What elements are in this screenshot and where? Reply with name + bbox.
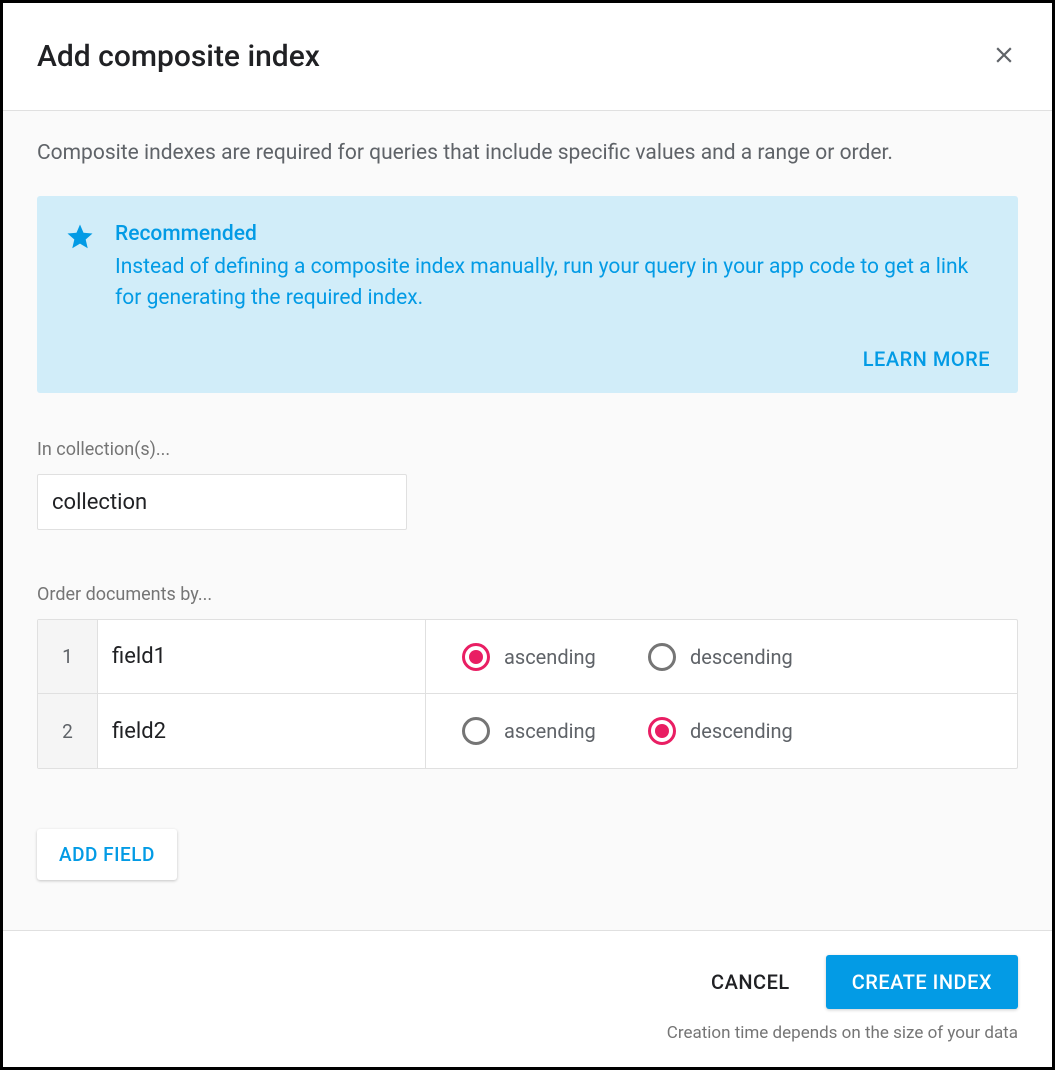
collection-input[interactable] [37,474,407,530]
row-field-cell [98,694,426,768]
ascending-label: ascending [504,719,596,743]
descending-radio[interactable]: descending [648,643,793,671]
learn-more-link[interactable]: LEARN MORE [863,347,990,371]
recommendation-card: Recommended Instead of defining a compos… [37,196,1018,393]
dialog-header: Add composite index [3,3,1052,111]
recommendation-text: Instead of defining a composite index ma… [115,252,990,313]
create-index-button[interactable]: CREATE INDEX [826,955,1018,1009]
radio-icon [648,643,676,671]
order-label: Order documents by... [37,584,1018,605]
add-field-button[interactable]: ADD FIELD [37,829,177,880]
dialog-footer: CANCEL CREATE INDEX Creation time depend… [3,930,1052,1067]
footer-note: Creation time depends on the size of you… [37,1023,1018,1043]
add-composite-index-dialog: Add composite index Composite indexes ar… [0,0,1055,1070]
recommendation-actions: LEARN MORE [65,347,990,371]
field-name-input[interactable] [98,694,425,768]
close-button[interactable] [990,43,1018,71]
row-sort-options: ascending descending [426,620,1017,693]
recommendation-content: Recommended Instead of defining a compos… [65,222,990,313]
close-icon [991,42,1017,72]
radio-icon [462,717,490,745]
order-section: Order documents by... 1 ascending [37,584,1018,769]
table-row: 2 ascending [38,694,1017,768]
field-name-input[interactable] [98,620,425,693]
radio-icon [648,717,676,745]
recommendation-heading: Recommended [115,222,990,246]
radio-icon [462,643,490,671]
descending-label: descending [690,719,793,743]
row-field-cell [98,620,426,693]
cancel-button[interactable]: CANCEL [711,970,790,994]
row-index: 1 [38,620,98,693]
collection-section: In collection(s)... [37,439,1018,584]
dialog-body: Composite indexes are required for queri… [3,111,1052,930]
collection-label: In collection(s)... [37,439,1018,460]
descending-label: descending [690,645,793,669]
footer-buttons: CANCEL CREATE INDEX [37,955,1018,1009]
order-table: 1 ascending [37,619,1018,769]
intro-text: Composite indexes are required for queri… [37,139,1018,168]
row-sort-options: ascending descending [426,694,1017,768]
ascending-label: ascending [504,645,596,669]
star-icon [65,222,95,252]
table-row: 1 ascending [38,620,1017,694]
row-index: 2 [38,694,98,768]
ascending-radio[interactable]: ascending [462,643,596,671]
ascending-radio[interactable]: ascending [462,717,596,745]
recommendation-text-block: Recommended Instead of defining a compos… [115,222,990,313]
descending-radio[interactable]: descending [648,717,793,745]
dialog-title: Add composite index [37,39,320,74]
